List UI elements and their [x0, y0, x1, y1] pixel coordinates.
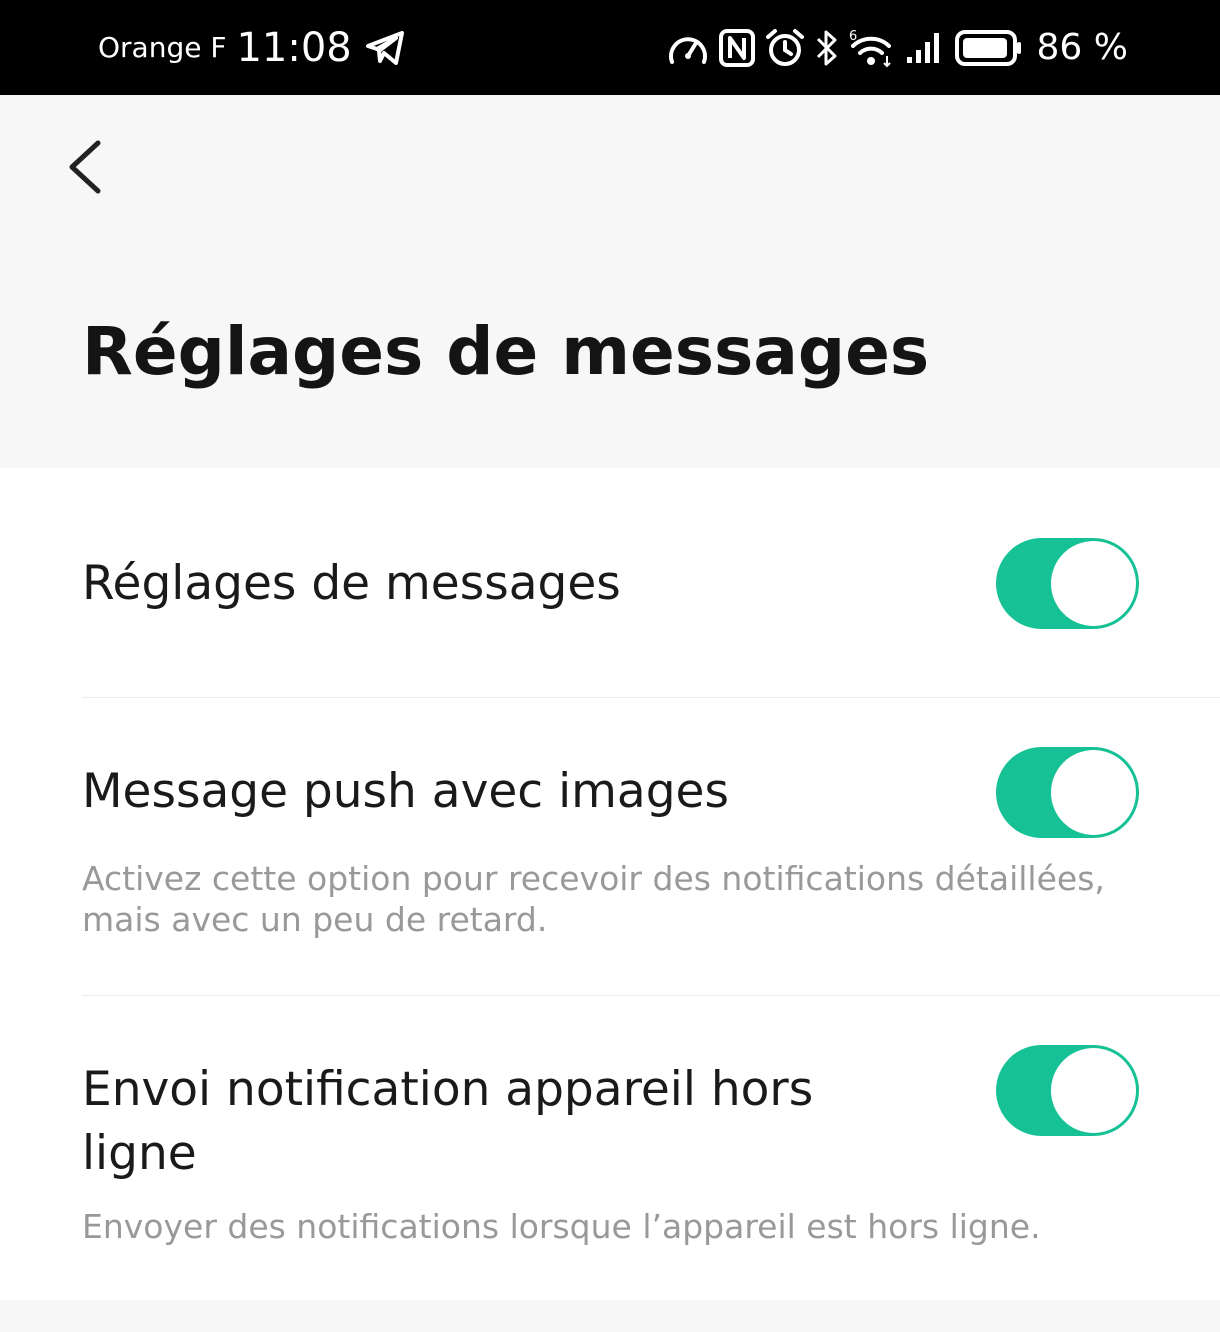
wifi-6-icon: 6: [849, 28, 895, 68]
setting-row-push-images: Message push avec images Activez cette o…: [0, 698, 1220, 995]
setting-title: Réglages de messages: [82, 556, 621, 611]
page-title: Réglages de messages: [82, 313, 930, 390]
setting-row-offline-notification: Envoi notification appareil hors ligne E…: [0, 996, 1220, 1300]
setting-row-message-settings: Réglages de messages: [0, 468, 1220, 697]
bluetooth-icon: [815, 28, 839, 68]
telegram-icon: [365, 30, 404, 65]
bottom-background: [0, 1300, 1220, 1332]
header: Réglages de messages: [0, 95, 1220, 468]
toggle-knob: [1051, 750, 1136, 835]
settings-card: Réglages de messages Message push avec i…: [0, 468, 1220, 1300]
nfc-icon: [718, 28, 755, 67]
alarm-icon: [765, 28, 805, 68]
back-button[interactable]: [58, 135, 118, 199]
toggle-knob: [1051, 541, 1136, 626]
status-bar: Orange F 11:08 6 86 %: [0, 0, 1220, 95]
speedometer-icon: [667, 30, 709, 66]
signal-icon: [905, 31, 945, 65]
clock: 11:08: [236, 24, 352, 71]
status-left: Orange F 11:08: [98, 0, 404, 95]
battery-icon: [954, 29, 1023, 66]
battery-percent: 86 %: [1036, 27, 1128, 68]
setting-title: Message push avec images: [82, 764, 729, 819]
chevron-left-icon: [69, 140, 101, 194]
carrier-name: Orange F: [98, 31, 227, 64]
offline-notification-toggle[interactable]: [996, 1045, 1139, 1136]
toggle-knob: [1051, 1048, 1136, 1133]
setting-description: Envoyer des notifications lorsque l’appa…: [82, 1207, 1041, 1246]
setting-title-line2: ligne: [82, 1126, 197, 1181]
setting-title-line1: Envoi notification appareil hors: [82, 1062, 814, 1117]
push-images-toggle[interactable]: [996, 747, 1139, 838]
setting-description: Activez cette option pour recevoir des n…: [82, 859, 1105, 939]
message-settings-toggle[interactable]: [996, 538, 1139, 629]
status-right: 6 86 %: [667, 0, 1128, 95]
